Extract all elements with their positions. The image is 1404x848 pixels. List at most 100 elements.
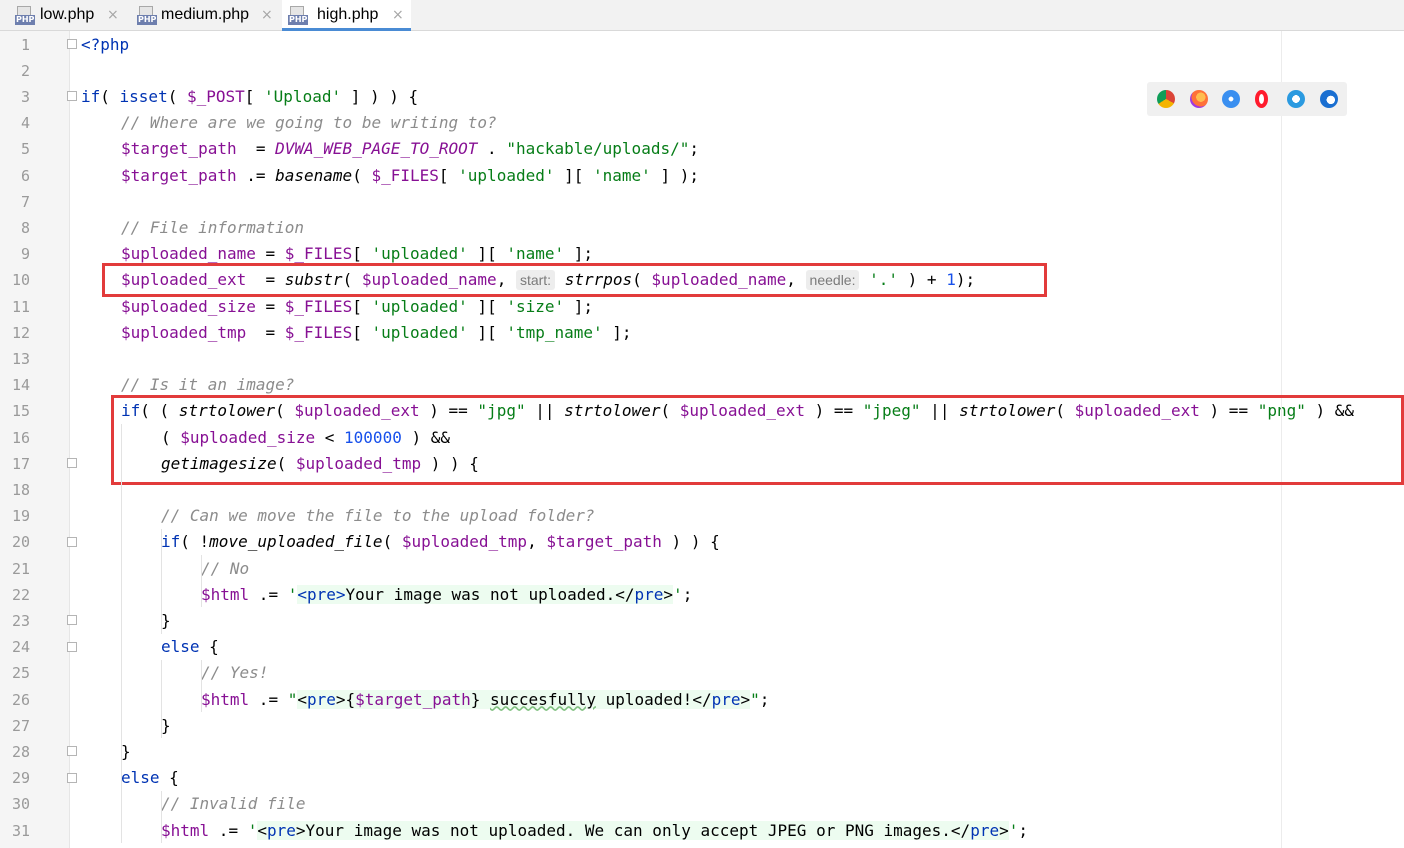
code-token: 'uploaded' <box>458 165 555 185</box>
code-line: // Can we move the file to the upload fo… <box>161 503 594 529</box>
code-token: = <box>255 296 285 316</box>
code-token: $html <box>161 820 210 840</box>
php-file-icon: PHP <box>15 6 36 25</box>
close-tab-icon[interactable]: × <box>392 6 404 24</box>
opera-icon[interactable] <box>1254 90 1268 108</box>
code-token: ( <box>382 532 402 552</box>
code-token: > <box>999 820 1009 840</box>
code-token: $_POST <box>186 86 245 106</box>
code-token: , <box>527 532 547 552</box>
line-number: 8 <box>20 218 30 237</box>
chrome-icon[interactable] <box>1157 90 1175 108</box>
editor-tab-bar: PHP low.php × PHP medium.php × PHP high.php × <box>0 0 1404 31</box>
line-number: 21 <box>11 559 30 578</box>
close-tab-icon[interactable]: × <box>261 6 273 24</box>
code-token: $uploaded_tmp <box>401 532 528 552</box>
code-token: { <box>199 637 219 657</box>
line-number: 20 <box>11 533 30 552</box>
fold-toggle-icon[interactable] <box>67 746 77 757</box>
fold-toggle-icon[interactable] <box>67 91 77 102</box>
code-line: // Where are we going to be writing to? <box>121 110 497 136</box>
code-token: 'name' <box>506 244 565 264</box>
line-number: 31 <box>11 821 30 840</box>
line-number: 26 <box>11 690 30 709</box>
tab-high-php[interactable]: PHP high.php × <box>282 0 411 31</box>
code-token: ' <box>287 584 298 604</box>
code-token: $target_path <box>121 139 237 159</box>
code-token: [ <box>352 244 372 264</box>
code-token: ( <box>100 86 120 106</box>
code-token: ( <box>352 165 372 185</box>
code-token: $target_path <box>121 165 237 185</box>
code-token: $_FILES <box>371 165 439 185</box>
code-line: // Yes! <box>201 660 268 686</box>
code-token: pre <box>266 820 296 840</box>
code-token: ' <box>673 584 683 604</box>
code-token: ] ); <box>650 165 699 185</box>
close-tab-icon[interactable]: × <box>107 6 119 24</box>
highlight-box-image-validation <box>111 395 1404 485</box>
line-number: 23 <box>11 611 30 630</box>
code-token: $uploaded_name <box>121 244 256 264</box>
tab-low-php[interactable]: PHP low.php × <box>0 0 131 30</box>
code-token: . <box>477 139 507 159</box>
line-number: 16 <box>11 428 30 447</box>
line-number: 10 <box>11 271 30 290</box>
code-line: <?php <box>81 32 129 58</box>
tab-medium-php[interactable]: PHP medium.php × <box>131 0 282 30</box>
code-token: } <box>161 610 171 630</box>
line-number: 22 <box>11 585 30 604</box>
fold-toggle-icon[interactable] <box>67 615 77 626</box>
code-token: ; <box>689 139 699 159</box>
php-badge-text: PHP <box>137 15 158 25</box>
ie-icon[interactable] <box>1287 90 1305 108</box>
code-token: [ <box>244 86 265 106</box>
indent-guide <box>201 555 202 608</box>
code-token: $target_path <box>355 689 471 709</box>
code-token: pre <box>634 584 664 604</box>
code-token: $_FILES <box>284 322 353 342</box>
code-token: DVWA_WEB_PAGE_TO_ROOT <box>275 139 478 159</box>
code-token: $target_path <box>546 532 662 552</box>
fold-toggle-icon[interactable] <box>67 772 77 783</box>
line-number: 6 <box>20 166 30 185</box>
code-token: > <box>740 689 751 709</box>
code-token: ; <box>682 584 693 604</box>
code-token: else <box>121 768 160 788</box>
fold-toggle-icon[interactable] <box>67 641 77 652</box>
code-token: move_uploaded_file <box>209 532 383 552</box>
line-number: 4 <box>20 114 30 133</box>
code-token: ][ <box>467 322 507 342</box>
safari-icon[interactable] <box>1222 90 1240 108</box>
code-token: 'uploaded' <box>371 322 468 342</box>
code-token: } <box>161 715 171 735</box>
code-line: // Invalid file <box>161 791 306 817</box>
browser-preview-toolbar <box>1147 82 1347 116</box>
tab-label: medium.php <box>161 6 250 23</box>
line-number: 9 <box>20 245 30 264</box>
fold-toggle-icon[interactable] <box>67 39 77 49</box>
edge-icon[interactable] <box>1319 90 1338 108</box>
code-token: // No <box>201 558 250 578</box>
php-badge-text: PHP <box>288 15 309 25</box>
code-token: ][ <box>467 244 507 264</box>
code-line: } <box>121 739 131 765</box>
code-token: < <box>297 689 307 709</box>
code-token: [ <box>438 165 459 185</box>
highlight-box-extension-extraction <box>102 263 1047 297</box>
fold-toggle-icon[interactable] <box>67 458 77 469</box>
code-token: uploaded!</ <box>595 689 712 709</box>
code-token: ' <box>247 820 258 840</box>
code-line: $target_path = DVWA_WEB_PAGE_TO_ROOT . "… <box>121 136 699 162</box>
firefox-icon[interactable] <box>1189 90 1208 108</box>
code-token: .= <box>249 689 288 709</box>
php-file-icon: PHP <box>137 6 158 25</box>
code-token: = <box>246 322 285 342</box>
code-token: = <box>255 244 285 264</box>
php-badge-text: PHP <box>15 15 36 25</box>
fold-toggle-icon[interactable] <box>67 536 77 547</box>
code-line: $html .= '<pre>Your image was not upload… <box>201 582 692 608</box>
code-token: ) ) { <box>661 532 720 552</box>
code-token: 'Upload' <box>264 86 342 106</box>
indent-guide <box>161 528 162 634</box>
